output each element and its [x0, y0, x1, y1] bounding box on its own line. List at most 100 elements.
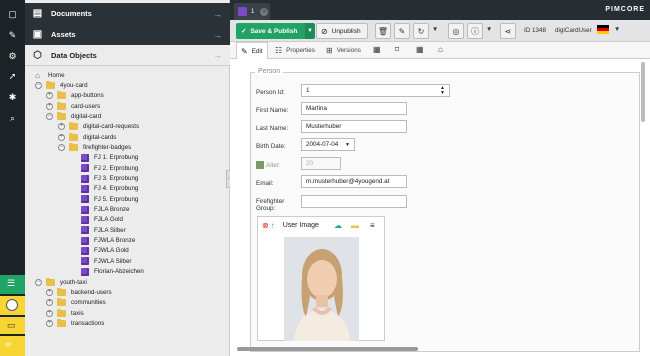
- tree-node[interactable]: FJWLA Silber: [70, 256, 131, 266]
- image-toolbar: ⊗ ↑ User Image ☁ ▬ ≡: [258, 217, 384, 233]
- object-tab[interactable]: 1 ×: [234, 3, 270, 20]
- link-button[interactable]: ∞: [0, 336, 25, 356]
- bug-icon[interactable]: ✱: [6, 91, 19, 104]
- tree-node[interactable]: + transactions: [46, 318, 104, 328]
- wrench-icon[interactable]: ✎: [6, 29, 19, 42]
- tab-edit-label: Edit: [251, 47, 263, 55]
- tree-node-label: transactions: [71, 319, 105, 327]
- expand-icon[interactable]: +: [46, 102, 53, 110]
- upload-cloud-icon[interactable]: ☁: [334, 221, 342, 230]
- expand-icon[interactable]: +: [46, 309, 53, 317]
- tree-node[interactable]: − digital-card: [46, 111, 101, 121]
- unpublish-button[interactable]: ⊘ Unpublish: [316, 23, 368, 39]
- collapse-icon[interactable]: −: [46, 112, 53, 120]
- tree-node[interactable]: FJ 4. Erprobung: [70, 184, 138, 194]
- tree-node[interactable]: FJLA Bronze: [70, 205, 129, 215]
- tree-node[interactable]: FJ 5. Erprobung: [70, 194, 138, 204]
- info-dropdown[interactable]: ▼: [486, 26, 492, 33]
- tree-node[interactable]: FJWLA Gold: [70, 246, 129, 256]
- accordion-data-objects[interactable]: ⬡ Data Objects →: [25, 45, 230, 66]
- expand-icon[interactable]: +: [46, 299, 53, 307]
- accordion-documents[interactable]: ▤ Documents →: [25, 3, 230, 24]
- tree-node[interactable]: + backend-users: [46, 287, 112, 297]
- email-field[interactable]: m.musterhuber@4yougend.at: [301, 175, 407, 188]
- first-name-field[interactable]: Martina: [301, 102, 407, 115]
- language-flag-de[interactable]: [597, 25, 609, 34]
- tree-node[interactable]: FJLA Gold: [70, 215, 123, 225]
- tree-node[interactable]: Florian-Abzeichen: [70, 267, 144, 277]
- menu-icon[interactable]: ≡: [370, 221, 375, 230]
- expand-icon[interactable]: +: [46, 92, 53, 100]
- rocket-icon[interactable]: ➚: [6, 70, 19, 83]
- tree-node[interactable]: + digital-cards: [58, 132, 116, 142]
- tree-node[interactable]: FJLA Silber: [70, 225, 126, 235]
- tree-node[interactable]: + taxis: [46, 308, 84, 318]
- schedule-icon[interactable]: ▦: [416, 45, 424, 54]
- horizontal-scrollbar[interactable]: [237, 347, 418, 351]
- info-button[interactable]: ⓘ: [467, 23, 483, 39]
- email-label: Email:: [256, 180, 274, 187]
- tree-node[interactable]: − youth-taxi: [35, 277, 87, 287]
- gear-icon[interactable]: ⚙: [6, 50, 19, 63]
- tree-node-label: digital-card-requests: [83, 123, 140, 131]
- tree-node[interactable]: + digital-card-requests: [58, 122, 139, 132]
- folder-icon: [57, 111, 66, 120]
- tree-node[interactable]: FJ 3. Erprobung: [70, 174, 138, 184]
- tag-icon[interactable]: ⌂: [438, 45, 443, 54]
- expand-icon[interactable]: +: [58, 133, 65, 141]
- share-button[interactable]: ⋖: [500, 23, 516, 39]
- inbox-button[interactable]: ▭: [0, 317, 25, 334]
- locate-button[interactable]: ◎: [448, 23, 464, 39]
- clear-image-icon[interactable]: ⊗: [262, 221, 269, 230]
- accordion-assets[interactable]: ▣ Assets →: [25, 24, 230, 45]
- collapse-icon[interactable]: −: [58, 143, 65, 151]
- tree-node[interactable]: − 4you-card: [35, 80, 88, 90]
- collapse-icon[interactable]: −: [35, 81, 42, 89]
- tab-edit[interactable]: ✎ Edit: [236, 42, 268, 59]
- tree-node[interactable]: − firefighter-badges: [58, 142, 131, 152]
- tree-node[interactable]: FJ 1. Erprobung: [70, 153, 138, 163]
- tab-properties[interactable]: ☷ Properties: [275, 42, 315, 59]
- collapse-icon[interactable]: −: [35, 278, 42, 286]
- folder-search-icon[interactable]: ▬: [351, 221, 359, 230]
- tab-versions[interactable]: ⊞ Versions: [326, 42, 361, 59]
- reload-dropdown[interactable]: ▼: [432, 26, 438, 33]
- vertical-scrollbar[interactable]: [641, 62, 645, 122]
- chevron-down-icon[interactable]: ▼: [345, 142, 350, 148]
- main-navigation: ▢ ✎ ⚙ ➚ ✱ ⌕ ☰ ▭ ∞: [0, 0, 25, 356]
- bookmark-icon[interactable]: ⌑: [395, 45, 399, 54]
- close-icon[interactable]: ×: [260, 7, 269, 16]
- calendar-icon[interactable]: ▦: [373, 45, 381, 54]
- language-dropdown[interactable]: ▼: [614, 26, 620, 33]
- tree-node[interactable]: ⌂ Home: [35, 70, 65, 80]
- file-icon[interactable]: ▢: [6, 8, 19, 21]
- firefighter-group-field[interactable]: [301, 195, 407, 208]
- save-dropdown-button[interactable]: ▼: [305, 23, 315, 39]
- tree-node[interactable]: + app-buttons: [46, 91, 104, 101]
- expand-icon[interactable]: +: [58, 123, 65, 131]
- expand-icon[interactable]: +: [46, 319, 53, 327]
- object-icon: [81, 195, 89, 204]
- search-icon[interactable]: ⌕: [6, 112, 19, 125]
- age-field: 20: [301, 157, 341, 170]
- user-button[interactable]: [0, 296, 25, 315]
- tree-node[interactable]: + communities: [46, 298, 106, 308]
- reload-button[interactable]: ↻: [413, 23, 429, 39]
- tree-node[interactable]: + card-users: [46, 101, 100, 111]
- user-photo[interactable]: [284, 237, 359, 341]
- rename-button[interactable]: ✎: [394, 23, 410, 39]
- tree-node[interactable]: FJ 2. Erprobung: [70, 163, 138, 173]
- person-id-field[interactable]: 1 ▲ ▼: [301, 84, 450, 97]
- spinner-icon[interactable]: ▲ ▼: [440, 86, 445, 96]
- delete-button[interactable]: 🗑: [375, 23, 391, 39]
- save-publish-button[interactable]: ✓ Save & Publish: [236, 23, 305, 39]
- tree-node-label: FJ 2. Erprobung: [94, 164, 139, 172]
- birth-date-field[interactable]: 2004-07-04 ▼: [301, 138, 355, 151]
- chevron-down-icon: ▼: [432, 26, 439, 33]
- notification-button[interactable]: ☰: [0, 275, 25, 294]
- expand-icon[interactable]: +: [46, 288, 53, 296]
- age-value: 20: [306, 160, 314, 167]
- upload-arrow-icon[interactable]: ↑: [271, 221, 275, 230]
- tree-node[interactable]: FJWLA Bronze: [70, 236, 135, 246]
- last-name-field[interactable]: Musterhuber: [301, 120, 407, 133]
